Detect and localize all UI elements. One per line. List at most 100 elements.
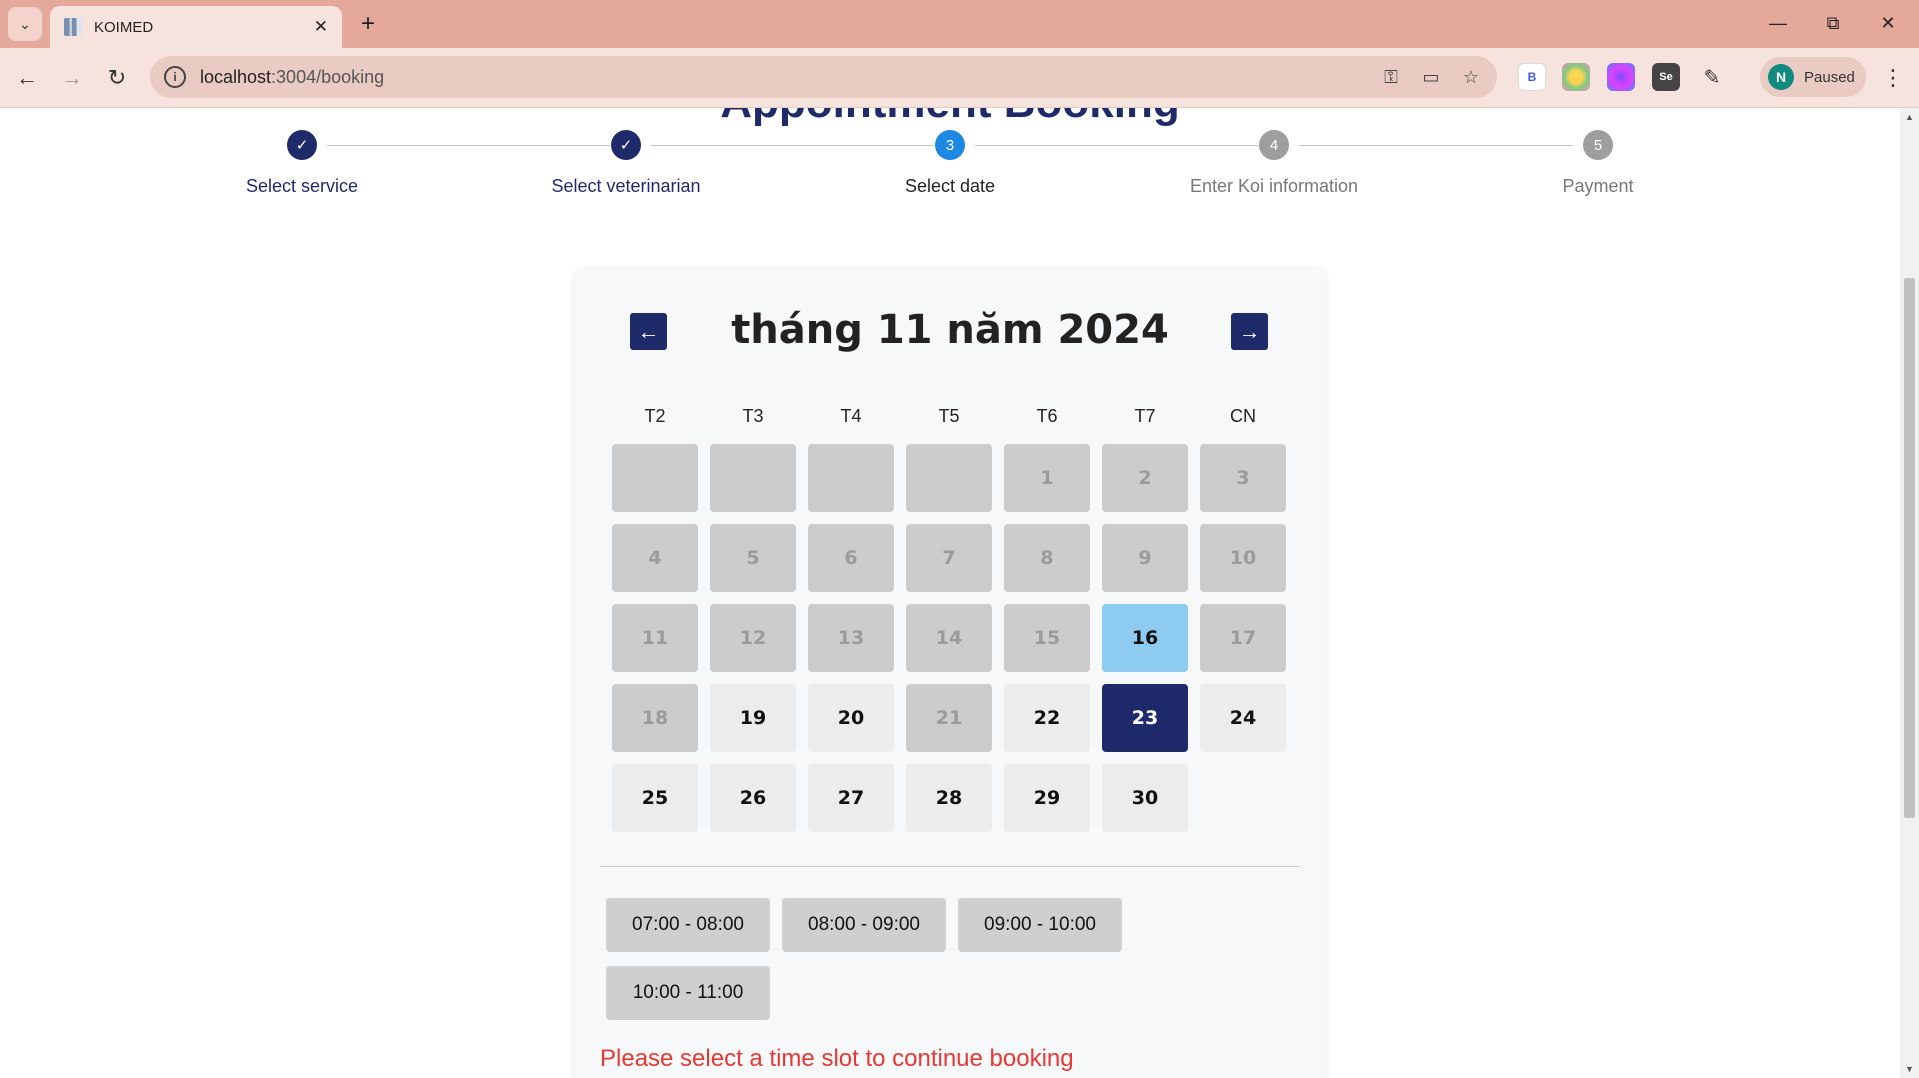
calendar-day: 7 <box>906 524 992 592</box>
url-host: localhost <box>200 66 272 87</box>
weekday-label: T5 <box>938 406 960 426</box>
check-icon: ✓ <box>611 130 641 160</box>
calendar-day: 18 <box>612 684 698 752</box>
extension-b-icon[interactable]: B <box>1518 63 1546 91</box>
calendar-header: tháng 11 năm 2024 ← → <box>574 300 1326 360</box>
error-message: Please select a time slot to continue bo… <box>600 1045 1074 1072</box>
step-select-veterinarian[interactable]: ✓ Select veterinarian <box>506 130 746 197</box>
step-label: Select service <box>245 176 359 196</box>
step-label: Select veterinarian <box>551 176 701 196</box>
calendar-day: 13 <box>808 604 894 672</box>
browser-tab[interactable]: KOIMED ✕ <box>50 6 342 48</box>
previous-month-button[interactable]: ← <box>630 313 667 350</box>
calendar-day: 8 <box>1004 524 1090 592</box>
scroll-up-icon[interactable]: ▲ <box>1905 112 1914 122</box>
arrow-left-icon: ← <box>637 318 660 344</box>
calendar-day: 9 <box>1102 524 1188 592</box>
time-slot-button[interactable]: 07:00 - 08:00 <box>606 898 770 952</box>
install-app-icon[interactable]: ▭ <box>1411 57 1451 97</box>
calendar-day[interactable]: 30 <box>1102 764 1188 832</box>
close-window-button[interactable]: ✕ <box>1865 6 1911 40</box>
reload-button[interactable]: ↻ <box>99 60 135 96</box>
weekday-label: T7 <box>1134 406 1156 426</box>
time-slot-button[interactable]: 08:00 - 09:00 <box>782 898 946 952</box>
calendar-day[interactable]: 19 <box>710 684 796 752</box>
step-number: 3 <box>935 130 965 160</box>
weekday-label: CN <box>1230 406 1256 426</box>
next-month-button[interactable]: → <box>1231 313 1268 350</box>
time-slot-button[interactable]: 10:00 - 11:00 <box>606 966 770 1020</box>
browser-tab-bar: ⌄ KOIMED ✕ + — ⧉ ✕ <box>0 0 1919 48</box>
scrollbar-thumb[interactable] <box>1904 278 1915 818</box>
calendar-day: 1 <box>1004 444 1090 512</box>
calendar-day: 11 <box>612 604 698 672</box>
calendar-day: 10 <box>1200 524 1286 592</box>
time-slot-button[interactable]: 09:00 - 10:00 <box>958 898 1122 952</box>
new-tab-button[interactable]: + <box>352 8 384 40</box>
site-info-icon[interactable]: i <box>164 66 186 88</box>
calendar-day: 3 <box>1200 444 1286 512</box>
weekday-header: T2 T3 T4 T5 T6 T7 CN <box>612 406 1288 427</box>
arrow-right-icon: → <box>61 65 83 90</box>
calendar-day[interactable]: 28 <box>906 764 992 832</box>
step-select-date[interactable]: 3 Select date <box>830 130 1070 197</box>
calendar-empty-cell <box>808 444 894 512</box>
extensions-puzzle-icon[interactable]: ✎ <box>1698 63 1726 91</box>
divider <box>600 866 1300 867</box>
calendar-day: 14 <box>906 604 992 672</box>
step-enter-koi-information[interactable]: 4 Enter Koi information <box>1154 130 1394 197</box>
calendar-day[interactable]: 26 <box>710 764 796 832</box>
calendar-day[interactable]: 24 <box>1200 684 1286 752</box>
address-bar[interactable]: i localhost:3004/booking ⚿ ▭ ☆ <box>150 56 1497 98</box>
arrow-right-icon: → <box>1238 318 1261 344</box>
minimize-button[interactable]: — <box>1755 6 1801 40</box>
calendar-day[interactable]: 29 <box>1004 764 1090 832</box>
forward-button[interactable]: → <box>54 60 90 96</box>
back-button[interactable]: ← <box>9 60 45 96</box>
booking-stepper: ✓ Select service ✓ Select veterinarian 3… <box>0 108 1900 218</box>
calendar-day: 16 <box>1102 604 1188 672</box>
url-text[interactable]: localhost:3004/booking <box>200 67 1371 88</box>
tab-search-button[interactable]: ⌄ <box>8 7 42 41</box>
restore-button[interactable]: ⧉ <box>1810 6 1856 40</box>
calendar-day[interactable]: 25 <box>612 764 698 832</box>
step-payment[interactable]: 5 Payment <box>1478 130 1718 197</box>
check-icon: ✓ <box>287 130 317 160</box>
bookmark-star-icon[interactable]: ☆ <box>1451 57 1491 97</box>
step-number: 4 <box>1259 130 1289 160</box>
calendar-day: 6 <box>808 524 894 592</box>
extension-color-icon[interactable] <box>1562 63 1590 91</box>
calendar-day: 21 <box>906 684 992 752</box>
site-favicon-icon <box>64 18 82 36</box>
scroll-down-icon[interactable]: ▼ <box>1905 1064 1914 1074</box>
calendar-day: 15 <box>1004 604 1090 672</box>
weekday-label: T2 <box>644 406 666 426</box>
calendar-day[interactable]: 20 <box>808 684 894 752</box>
calendar-day[interactable]: 23 <box>1102 684 1188 752</box>
profile-button[interactable]: N Paused <box>1760 57 1866 97</box>
date-picker-card: tháng 11 năm 2024 ← → T2 T3 T4 T5 T6 T7 CN 123… <box>574 268 1326 1078</box>
calendar-empty-cell <box>612 444 698 512</box>
close-tab-icon[interactable]: ✕ <box>314 17 328 37</box>
reload-icon: ↻ <box>107 65 127 90</box>
calendar-empty-cell <box>710 444 796 512</box>
page-scrollbar[interactable]: ▲ ▼ <box>1900 108 1919 1078</box>
step-label: Select date <box>904 176 996 196</box>
extension-brain-icon[interactable] <box>1607 63 1635 91</box>
calendar-empty-cell <box>906 444 992 512</box>
calendar-day[interactable]: 27 <box>808 764 894 832</box>
calendar-day: 2 <box>1102 444 1188 512</box>
calendar-day: 17 <box>1200 604 1286 672</box>
weekday-label: T6 <box>1036 406 1058 426</box>
chevron-down-icon: ⌄ <box>19 15 31 32</box>
step-label: Enter Koi information <box>1189 176 1359 196</box>
browser-toolbar: ← → ↻ i localhost:3004/booking ⚿ ▭ ☆ B S… <box>0 48 1919 108</box>
browser-menu-icon[interactable]: ⋮ <box>1878 60 1908 96</box>
extension-se-icon[interactable]: Se <box>1652 63 1680 91</box>
step-label: Payment <box>1562 176 1634 196</box>
calendar-day[interactable]: 22 <box>1004 684 1090 752</box>
weekday-label: T4 <box>840 406 862 426</box>
tab-title: KOIMED <box>94 18 154 36</box>
password-key-icon[interactable]: ⚿ <box>1371 57 1411 97</box>
step-select-service[interactable]: ✓ Select service <box>182 130 422 197</box>
